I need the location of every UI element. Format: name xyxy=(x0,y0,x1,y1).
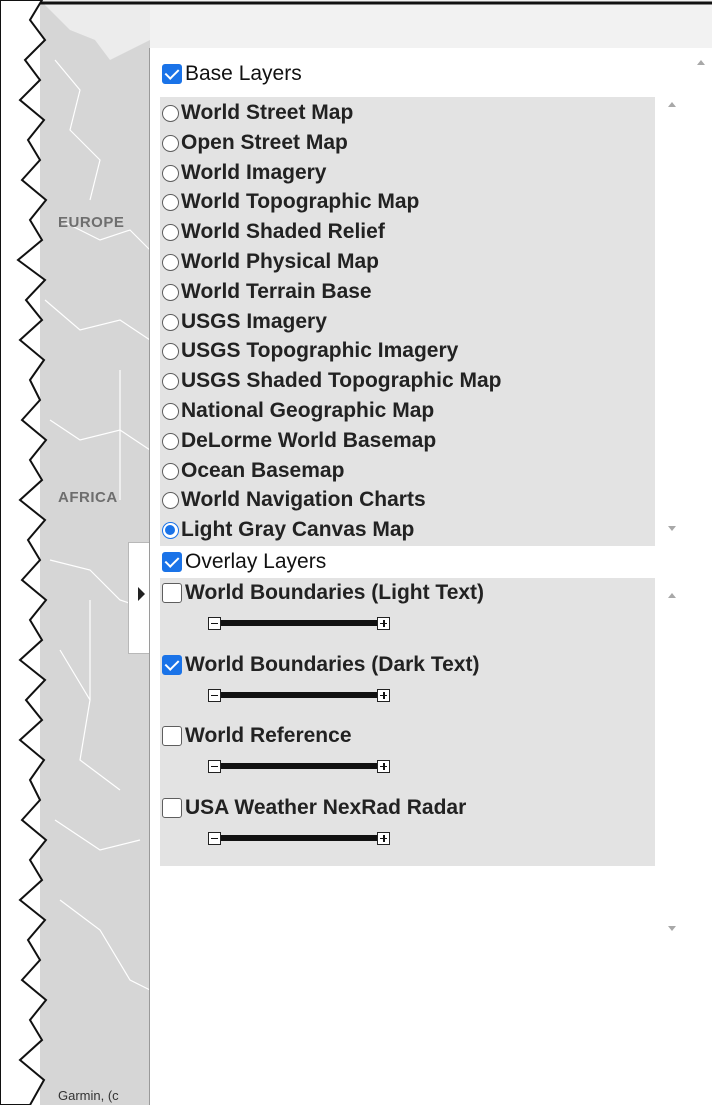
map-label-europe: EUROPE xyxy=(58,214,125,231)
base-layer-label: World Topographic Map xyxy=(181,190,420,213)
base-layer-label: World Physical Map xyxy=(181,250,379,273)
base-layer-radio[interactable] xyxy=(162,223,179,241)
base-layer-label: World Shaded Relief xyxy=(181,220,385,243)
base-layer-label: DeLorme World Basemap xyxy=(181,429,437,452)
map-attribution: Garmin, (c xyxy=(58,1088,119,1103)
overlay-layers-checkbox[interactable] xyxy=(162,552,182,572)
base-layer-label: World Imagery xyxy=(181,161,327,184)
base-layer-label: Ocean Basemap xyxy=(181,459,345,482)
base-layer-radio[interactable] xyxy=(162,283,179,301)
opacity-slider[interactable] xyxy=(208,616,390,630)
opacity-track[interactable] xyxy=(221,835,377,841)
base-layer-radio[interactable] xyxy=(162,313,179,331)
scroll-up-icon[interactable] xyxy=(697,60,705,65)
base-layer-label: Light Gray Canvas Map xyxy=(181,518,415,541)
overlay-layer-checkbox[interactable] xyxy=(162,655,182,675)
overlay-layer-checkbox[interactable] xyxy=(162,798,182,818)
base-layer-label: USGS Topographic Imagery xyxy=(181,339,459,362)
base-layer-item[interactable]: World Navigation Charts xyxy=(160,485,426,515)
map-label-africa: AFRICA xyxy=(58,489,118,506)
base-layer-item[interactable]: World Imagery xyxy=(160,158,326,188)
overlay-layer-label: USA Weather NexRad Radar xyxy=(185,796,467,819)
opacity-increase-icon[interactable] xyxy=(377,759,390,773)
overlay-layer-item[interactable]: World Boundaries (Dark Text) xyxy=(160,650,479,680)
base-layer-radio[interactable] xyxy=(162,134,179,152)
base-layer-radio[interactable] xyxy=(162,372,179,390)
base-layer-radio[interactable] xyxy=(162,104,179,122)
base-layer-label: World Street Map xyxy=(181,101,354,124)
overlay-layer-checkbox[interactable] xyxy=(162,583,182,603)
opacity-increase-icon[interactable] xyxy=(377,688,390,702)
scroll-down-icon[interactable] xyxy=(668,526,676,531)
overlay-layer-label: World Boundaries (Dark Text) xyxy=(185,653,480,676)
base-layer-label: World Navigation Charts xyxy=(181,488,426,511)
base-layer-item[interactable]: DeLorme World Basemap xyxy=(160,426,436,456)
opacity-decrease-icon[interactable] xyxy=(208,616,221,630)
overlay-layer-item[interactable]: USA Weather NexRad Radar xyxy=(160,793,466,823)
overlay-layers-scrollbar[interactable] xyxy=(655,578,690,945)
opacity-level xyxy=(221,835,377,841)
opacity-level xyxy=(221,692,377,698)
torn-edge xyxy=(0,0,48,1105)
opacity-decrease-icon[interactable] xyxy=(208,688,221,702)
base-layer-radio[interactable] xyxy=(162,342,179,360)
base-layer-radio[interactable] xyxy=(162,491,179,509)
base-layer-item[interactable]: USGS Imagery xyxy=(160,307,327,337)
base-layer-radio[interactable] xyxy=(162,164,179,182)
base-layers-title: Base Layers xyxy=(185,62,302,85)
opacity-decrease-icon[interactable] xyxy=(208,831,221,845)
opacity-increase-icon[interactable] xyxy=(377,616,390,630)
base-layer-item[interactable]: World Physical Map xyxy=(160,247,379,277)
opacity-decrease-icon[interactable] xyxy=(208,759,221,773)
opacity-slider[interactable] xyxy=(208,688,390,702)
expand-arrow-icon xyxy=(138,587,145,601)
base-layers-checkbox[interactable] xyxy=(162,64,182,84)
overlay-layer-label: World Boundaries (Light Text) xyxy=(185,581,485,604)
base-layer-label: USGS Imagery xyxy=(181,310,327,333)
base-layer-label: World Terrain Base xyxy=(181,280,372,303)
base-layer-item[interactable]: World Terrain Base xyxy=(160,277,372,307)
base-layer-item[interactable]: National Geographic Map xyxy=(160,396,434,426)
overlay-layer-item[interactable]: World Boundaries (Light Text) xyxy=(160,578,484,608)
base-layers-scrollbar[interactable] xyxy=(655,87,690,546)
opacity-track[interactable] xyxy=(221,763,377,769)
base-layers-header[interactable]: Base Layers xyxy=(160,60,690,88)
base-layer-item[interactable]: Light Gray Canvas Map xyxy=(160,515,414,545)
base-layer-item[interactable]: Open Street Map xyxy=(160,128,348,158)
base-layer-radio[interactable] xyxy=(162,462,179,480)
base-layer-radio[interactable] xyxy=(162,432,179,450)
overlay-layer-label: World Reference xyxy=(185,724,352,747)
base-layer-item[interactable]: World Topographic Map xyxy=(160,187,419,217)
opacity-level xyxy=(221,620,377,626)
base-layer-item[interactable]: World Street Map xyxy=(160,98,353,128)
base-layer-item[interactable]: USGS Shaded Topographic Map xyxy=(160,366,501,396)
opacity-level xyxy=(221,763,377,769)
panel-scrollbar[interactable] xyxy=(690,48,712,1105)
map-water-north xyxy=(150,0,712,48)
base-layer-item[interactable]: USGS Topographic Imagery xyxy=(160,336,458,366)
opacity-track[interactable] xyxy=(221,620,377,626)
scroll-up-icon[interactable] xyxy=(668,593,676,598)
opacity-slider[interactable] xyxy=(208,831,390,845)
overlay-layer-checkbox[interactable] xyxy=(162,726,182,746)
opacity-slider[interactable] xyxy=(208,759,390,773)
base-layer-label: National Geographic Map xyxy=(181,399,435,422)
overlay-layers-title: Overlay Layers xyxy=(185,550,327,573)
base-layer-item[interactable]: Ocean Basemap xyxy=(160,456,344,486)
scroll-up-icon[interactable] xyxy=(668,102,676,107)
base-layer-radio[interactable] xyxy=(162,193,179,211)
opacity-track[interactable] xyxy=(221,692,377,698)
overlay-layer-item[interactable]: World Reference xyxy=(160,721,352,751)
opacity-increase-icon[interactable] xyxy=(377,831,390,845)
overlay-layers-header[interactable]: Overlay Layers xyxy=(160,548,690,576)
base-layer-radio[interactable] xyxy=(162,402,179,420)
base-layer-item[interactable]: World Shaded Relief xyxy=(160,217,385,247)
base-layer-label: USGS Shaded Topographic Map xyxy=(181,369,502,392)
base-layer-label: Open Street Map xyxy=(181,131,348,154)
base-layer-radio[interactable] xyxy=(162,521,179,539)
scroll-down-icon[interactable] xyxy=(668,926,676,931)
base-layer-radio[interactable] xyxy=(162,253,179,271)
